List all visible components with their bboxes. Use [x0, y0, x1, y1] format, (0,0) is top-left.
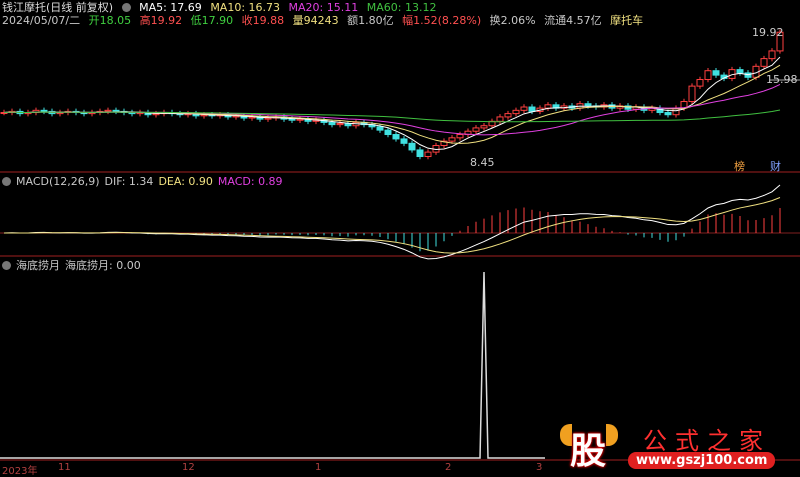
candle[interactable] — [392, 134, 400, 140]
ma10-value: MA10: 16.73 — [210, 1, 281, 14]
candle[interactable] — [376, 126, 384, 131]
kline-chart[interactable] — [0, 0, 800, 475]
axis-label: 3 — [536, 462, 543, 473]
quote-bar: 2024/05/07/二 开18.05 高19.92 低17.90 收19.88… — [2, 14, 648, 27]
stock-title: 钱江摩托(日线 前复权) — [2, 1, 114, 14]
candle[interactable] — [480, 125, 488, 129]
candle[interactable] — [712, 70, 720, 76]
rank-tag[interactable]: 榜 — [734, 158, 745, 174]
finance-tag[interactable]: 财 — [770, 158, 781, 174]
candle[interactable] — [288, 118, 296, 121]
candle[interactable] — [584, 103, 592, 107]
candle[interactable] — [400, 138, 408, 144]
macd-dea: DEA: 0.90 — [158, 175, 213, 188]
logo-name: 公式之家 — [643, 427, 771, 455]
dea-line — [3, 197, 781, 254]
quote-date: 2024/05/07/二 — [2, 14, 81, 27]
dif-line — [3, 184, 781, 260]
quote-high: 高19.92 — [139, 14, 183, 27]
indicator-line — [0, 271, 545, 459]
macd-title: MACD(12,26,9) — [16, 175, 100, 188]
macd-dif: DIF: 1.34 — [104, 175, 154, 188]
candle[interactable] — [704, 70, 712, 81]
candle[interactable] — [664, 112, 672, 116]
candle[interactable] — [328, 121, 336, 126]
candle[interactable] — [696, 79, 704, 87]
quote-volume: 量94243 — [292, 14, 339, 27]
quote-low: 低17.90 — [190, 14, 234, 27]
quote-change: 幅1.52(8.28%) — [402, 14, 482, 27]
candle[interactable] — [424, 151, 432, 158]
candle[interactable] — [472, 127, 480, 132]
axis-label: 1 — [315, 462, 322, 473]
ma60-line — [3, 109, 781, 123]
candle[interactable] — [528, 106, 536, 112]
quote-close: 收19.88 — [241, 14, 285, 27]
candle[interactable] — [264, 117, 272, 120]
axis-label: 12 — [182, 462, 195, 473]
candle[interactable] — [512, 109, 520, 115]
horn-right-icon — [606, 424, 618, 446]
ma10-line — [3, 64, 781, 144]
collapse-icon[interactable] — [121, 3, 131, 12]
logo-url: www.gszj100.com — [628, 452, 776, 469]
candle[interactable] — [112, 109, 120, 112]
candle[interactable] — [736, 69, 744, 74]
quote-open: 开18.05 — [88, 14, 132, 27]
quote-sector[interactable]: 摩托车 — [610, 14, 643, 27]
chart-header: 钱江摩托(日线 前复权) MA5: 17.69 MA10: 16.73 MA20… — [2, 1, 441, 14]
quote-float: 流通4.57亿 — [544, 14, 602, 27]
candle[interactable] — [760, 58, 768, 67]
candle[interactable] — [544, 104, 552, 109]
macd-header: MACD(12,26,9) DIF: 1.34 DEA: 0.90 MACD: 0.8… — [2, 175, 288, 188]
candle[interactable] — [456, 134, 464, 139]
candle[interactable] — [408, 142, 416, 151]
logo-char: 股 — [570, 431, 607, 472]
indicator-title: 海底捞月 — [16, 259, 60, 272]
low-price-label: 8.45 — [470, 156, 495, 169]
quote-amount: 额1.80亿 — [347, 14, 394, 27]
axis-label: 11 — [58, 462, 71, 473]
quote-turnover: 换2.06% — [489, 14, 536, 27]
candle[interactable] — [504, 113, 512, 118]
candle[interactable] — [496, 116, 504, 122]
ma5-line — [3, 56, 781, 150]
indicator-value: 海底捞月: 0.00 — [65, 259, 141, 272]
candle[interactable] — [416, 149, 424, 158]
candle[interactable] — [688, 85, 696, 103]
candle[interactable] — [448, 137, 456, 142]
candle[interactable] — [104, 109, 112, 112]
high-price-label: 19.92 — [752, 26, 784, 39]
indicator-header: 海底捞月 海底捞月: 0.00 — [2, 259, 146, 272]
axis-label: 2 — [445, 462, 452, 473]
mid-price-label: 15.98 — [766, 73, 798, 86]
candle[interactable] — [384, 129, 392, 136]
ma5-value: MA5: 17.69 — [139, 1, 202, 14]
candle[interactable] — [520, 106, 528, 111]
ma60-value: MA60: 13.12 — [366, 1, 437, 14]
logo: 股 — [560, 420, 620, 472]
candle[interactable] — [40, 109, 48, 112]
collapse-icon[interactable] — [2, 261, 11, 270]
candle[interactable] — [768, 50, 776, 60]
macd-value: MACD: 0.89 — [217, 175, 283, 188]
collapse-icon[interactable] — [2, 177, 11, 186]
ma20-value: MA20: 15.11 — [288, 1, 359, 14]
candle[interactable] — [336, 123, 344, 126]
